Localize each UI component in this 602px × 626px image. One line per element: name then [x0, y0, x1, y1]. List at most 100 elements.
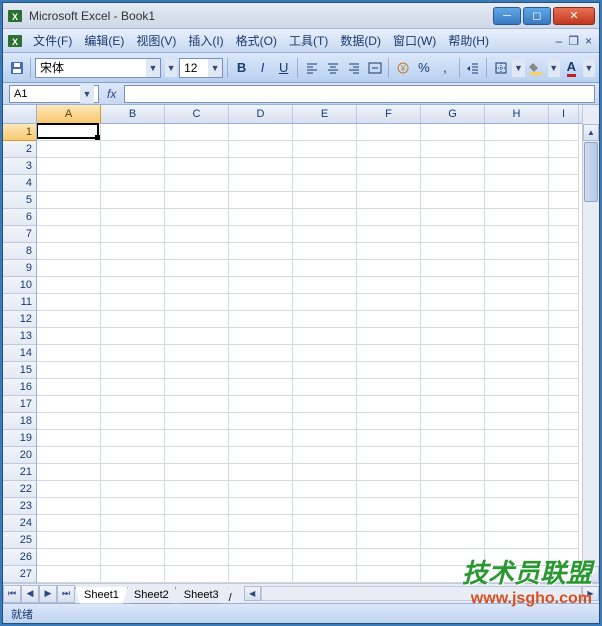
cell[interactable]: [101, 413, 165, 430]
cell[interactable]: [421, 481, 485, 498]
cell[interactable]: [421, 532, 485, 549]
cell[interactable]: [421, 515, 485, 532]
cell[interactable]: [165, 515, 229, 532]
fx-icon[interactable]: fx: [107, 87, 116, 101]
cell[interactable]: [101, 294, 165, 311]
sheet-tab-sheet2[interactable]: Sheet2: [125, 587, 178, 604]
row-header-22[interactable]: 22: [3, 481, 36, 498]
cell[interactable]: [421, 243, 485, 260]
cell[interactable]: [229, 362, 293, 379]
cell[interactable]: [293, 141, 357, 158]
cell[interactable]: [549, 481, 579, 498]
font-name-selector[interactable]: ▼: [35, 58, 161, 78]
maximize-button[interactable]: ◻: [523, 7, 551, 25]
cell[interactable]: [37, 464, 101, 481]
cell[interactable]: [357, 413, 421, 430]
italic-button[interactable]: I: [253, 57, 272, 79]
cell[interactable]: [229, 226, 293, 243]
cell[interactable]: [549, 175, 579, 192]
cell[interactable]: [37, 396, 101, 413]
formula-input[interactable]: [124, 85, 595, 103]
cell[interactable]: [485, 243, 549, 260]
cell[interactable]: [101, 260, 165, 277]
row-header-8[interactable]: 8: [3, 243, 36, 260]
align-right-button[interactable]: [344, 57, 363, 79]
cell[interactable]: [293, 260, 357, 277]
cell[interactable]: [165, 345, 229, 362]
cell[interactable]: [357, 379, 421, 396]
cell[interactable]: [549, 515, 579, 532]
row-header-24[interactable]: 24: [3, 515, 36, 532]
cell[interactable]: [229, 311, 293, 328]
cell[interactable]: [229, 345, 293, 362]
cell[interactable]: [421, 175, 485, 192]
cell[interactable]: [101, 192, 165, 209]
cell[interactable]: [165, 328, 229, 345]
vscroll-thumb[interactable]: [584, 142, 598, 202]
doc-close-button[interactable]: ×: [582, 34, 595, 48]
cell[interactable]: [421, 226, 485, 243]
cell[interactable]: [37, 481, 101, 498]
cell[interactable]: [101, 328, 165, 345]
cell[interactable]: [485, 175, 549, 192]
bold-button[interactable]: B: [232, 57, 251, 79]
cell[interactable]: [229, 413, 293, 430]
cell[interactable]: [101, 158, 165, 175]
font-size-dropdown-icon[interactable]: ▼: [208, 59, 222, 77]
row-header-5[interactable]: 5: [3, 192, 36, 209]
column-header-D[interactable]: D: [229, 105, 293, 123]
cell[interactable]: [549, 243, 579, 260]
menu-file[interactable]: 文件(F): [27, 30, 78, 51]
cell[interactable]: [165, 464, 229, 481]
cell[interactable]: [101, 175, 165, 192]
cell[interactable]: [165, 362, 229, 379]
cell[interactable]: [37, 209, 101, 226]
cell[interactable]: [357, 515, 421, 532]
cell[interactable]: [549, 566, 579, 583]
column-header-B[interactable]: B: [101, 105, 165, 123]
cell[interactable]: [229, 243, 293, 260]
row-header-7[interactable]: 7: [3, 226, 36, 243]
cell[interactable]: [165, 413, 229, 430]
cell[interactable]: [293, 158, 357, 175]
cell[interactable]: [485, 464, 549, 481]
cell[interactable]: [37, 141, 101, 158]
fill-color-button[interactable]: [527, 57, 546, 79]
cell[interactable]: [101, 379, 165, 396]
column-header-A[interactable]: A: [37, 105, 101, 123]
cell[interactable]: [421, 362, 485, 379]
cell[interactable]: [37, 498, 101, 515]
cell[interactable]: [37, 311, 101, 328]
cell[interactable]: [37, 447, 101, 464]
column-header-C[interactable]: C: [165, 105, 229, 123]
cell[interactable]: [421, 549, 485, 566]
sheet-nav-first[interactable]: ⏮: [3, 585, 21, 603]
cell[interactable]: [549, 379, 579, 396]
cell[interactable]: [37, 532, 101, 549]
cell[interactable]: [293, 209, 357, 226]
cell[interactable]: [37, 362, 101, 379]
vertical-scrollbar[interactable]: ▲ ▼: [582, 105, 599, 583]
cell[interactable]: [37, 243, 101, 260]
cell[interactable]: [165, 226, 229, 243]
row-header-12[interactable]: 12: [3, 311, 36, 328]
column-header-E[interactable]: E: [293, 105, 357, 123]
cell[interactable]: [485, 260, 549, 277]
cell[interactable]: [421, 277, 485, 294]
cell[interactable]: [421, 345, 485, 362]
cell[interactable]: [293, 175, 357, 192]
cell[interactable]: [293, 413, 357, 430]
cell[interactable]: [293, 515, 357, 532]
cell[interactable]: [37, 158, 101, 175]
row-header-26[interactable]: 26: [3, 549, 36, 566]
cell[interactable]: [229, 277, 293, 294]
cell[interactable]: [485, 447, 549, 464]
sheet-tab-sheet3[interactable]: Sheet3: [175, 587, 228, 604]
menu-tools[interactable]: 工具(T): [283, 30, 334, 51]
cell[interactable]: [421, 141, 485, 158]
cell[interactable]: [229, 209, 293, 226]
cell[interactable]: [357, 141, 421, 158]
font-color-button[interactable]: A: [562, 57, 581, 79]
cell[interactable]: [101, 311, 165, 328]
menu-data[interactable]: 数据(D): [334, 30, 387, 51]
